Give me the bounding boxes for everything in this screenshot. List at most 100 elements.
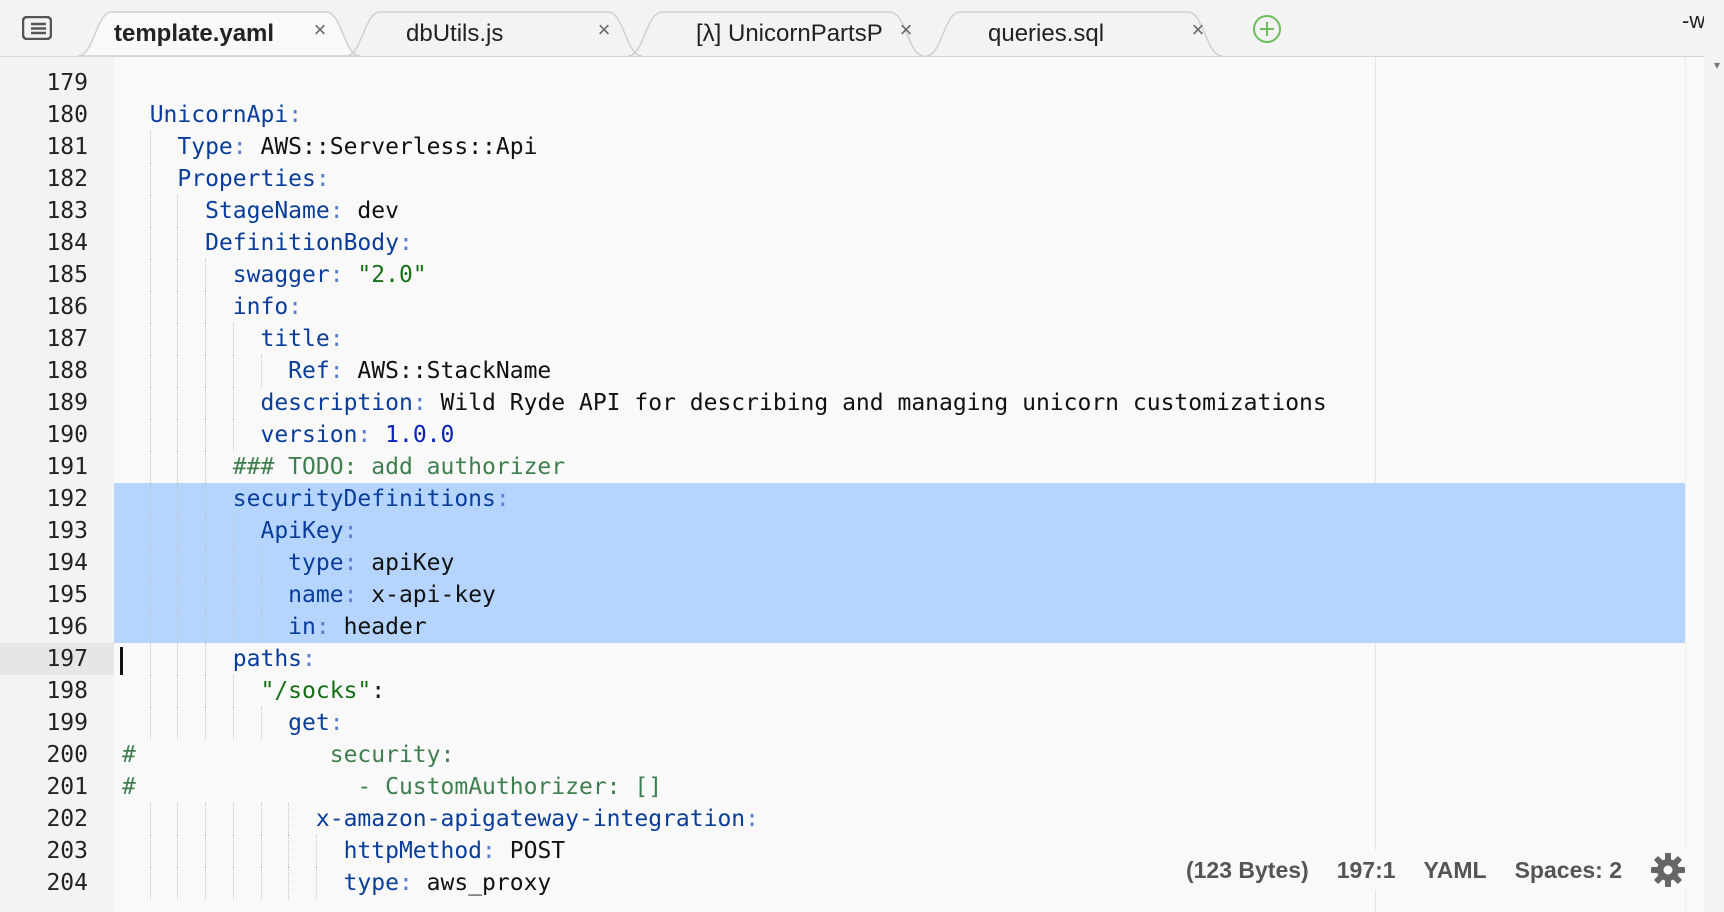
close-icon[interactable]: × [896, 19, 916, 41]
code-line[interactable]: ApiKey: [114, 515, 1704, 547]
code-token: httpMethod [343, 838, 483, 864]
indent-guide [149, 259, 151, 291]
code-line[interactable]: Properties: [114, 163, 1704, 195]
code-line[interactable]: info: [114, 291, 1704, 323]
code-token: x-api-key [371, 582, 496, 608]
panel-edge-label: -w [1682, 8, 1704, 33]
code-token: : [343, 518, 358, 544]
indent-guide [177, 867, 179, 899]
code-line[interactable]: Ref: AWS::StackName [114, 355, 1704, 387]
code-token: type [343, 870, 399, 896]
code-token: AWS::StackName [357, 358, 552, 384]
line-number: 200 [46, 742, 88, 768]
scrollbar[interactable] [1685, 57, 1704, 912]
indent-setting[interactable]: Spaces: 2 [1515, 857, 1622, 884]
indent-guide [177, 835, 179, 867]
code-token: : [329, 198, 358, 224]
line-number: 183 [46, 198, 88, 224]
indent-guide [149, 515, 151, 547]
indent-guide [260, 355, 262, 387]
indent-guide [232, 355, 234, 387]
plus-circle-icon[interactable] [1252, 14, 1282, 44]
indent-guide [260, 803, 262, 835]
code-token: type [288, 550, 344, 576]
indent-guide [205, 611, 207, 643]
code-line[interactable]: "/socks": [114, 675, 1704, 707]
code-line[interactable]: get: [114, 707, 1704, 739]
code-token: : [745, 806, 759, 832]
code-token: swagger [232, 262, 330, 288]
code-line[interactable]: title: [114, 323, 1704, 355]
indent-guide [149, 163, 151, 195]
tab-queries-sql[interactable]: queries.sql × [926, 10, 1222, 56]
code-line[interactable]: version: 1.0.0 [114, 419, 1704, 451]
tab-label: queries.sql [988, 20, 1105, 47]
code-line[interactable]: description: Wild Ryde API for describin… [114, 387, 1704, 419]
indent-guide [177, 675, 179, 707]
code-line[interactable]: x-amazon-apigateway-integration: [114, 803, 1704, 835]
list-icon[interactable] [22, 16, 52, 40]
line-number: 193 [46, 518, 88, 544]
code-token: : [288, 102, 303, 128]
code-token: "2.0" [357, 262, 427, 288]
chevron-down-icon[interactable]: ▾ [1714, 58, 1720, 72]
language-mode[interactable]: YAML [1424, 857, 1487, 884]
gear-icon[interactable] [1650, 852, 1686, 888]
code-line[interactable]: type: apiKey [114, 547, 1704, 579]
indent-guide [205, 451, 207, 483]
code-line[interactable] [114, 67, 1704, 99]
line-number-gutter: 179 180 181 182 183 184 185 186 187 188 189 190 191 1… [0, 57, 114, 912]
indent-guide [260, 707, 262, 739]
line-number: 199 [46, 710, 88, 736]
line-number: 185 [46, 262, 88, 288]
code-line[interactable]: # security: [114, 739, 1704, 771]
code-line[interactable]: swagger: "2.0" [114, 259, 1704, 291]
code-line[interactable]: ### TODO: add authorizer [114, 451, 1704, 483]
line-number: 190 [46, 422, 88, 448]
code-line[interactable]: name: x-api-key [114, 579, 1704, 611]
indent-guide [232, 803, 234, 835]
code-line[interactable]: DefinitionBody: [114, 227, 1704, 259]
close-icon[interactable]: × [1188, 19, 1208, 41]
code-line[interactable]: UnicornApi: [114, 99, 1704, 131]
code-line[interactable]: Type: AWS::Serverless::Api [114, 131, 1704, 163]
indent-guide [260, 867, 262, 899]
indent-guide [260, 547, 262, 579]
code-token: : [357, 422, 386, 448]
code-line[interactable]: in: header [114, 611, 1704, 643]
code-token: title [260, 326, 330, 352]
indent-guide [205, 419, 207, 451]
code-line[interactable]: # - CustomAuthorizer: [] [114, 771, 1704, 803]
indent-guide [205, 259, 207, 291]
indent-guide [205, 707, 207, 739]
indent-guide [232, 867, 234, 899]
tab-dbutils-js[interactable]: dbUtils.js × [346, 10, 642, 56]
close-icon[interactable]: × [594, 19, 614, 41]
indent-guide [205, 387, 207, 419]
indent-guide [205, 483, 207, 515]
code-token: Ref [288, 358, 330, 384]
code-line[interactable]: paths: [114, 643, 1704, 675]
tab-template-yaml[interactable]: template.yaml × [78, 10, 360, 56]
code-editor[interactable]: 179 180 181 182 183 184 185 186 187 188 189 190 191 1… [0, 57, 1704, 912]
tab-unicornparts[interactable]: [λ] UnicornPartsP × [628, 10, 924, 56]
line-number: 198 [46, 678, 88, 704]
close-icon[interactable]: × [310, 19, 330, 41]
indent-guide [177, 707, 179, 739]
code-line[interactable]: StageName: dev [114, 195, 1704, 227]
line-number: 189 [46, 390, 88, 416]
code-token: : [398, 230, 413, 256]
indent-guide [177, 291, 179, 323]
indent-guide [149, 611, 151, 643]
indent-guide [149, 675, 151, 707]
cursor-position[interactable]: 197:1 [1337, 857, 1396, 884]
line-number: 204 [46, 870, 88, 896]
line-number: 194 [46, 550, 88, 576]
indent-guide [149, 227, 151, 259]
indent-guide [149, 451, 151, 483]
code-area[interactable]: UnicornApi: Type: AWS::Serverless::Api P… [114, 57, 1704, 912]
code-line[interactable]: securityDefinitions: [114, 483, 1704, 515]
